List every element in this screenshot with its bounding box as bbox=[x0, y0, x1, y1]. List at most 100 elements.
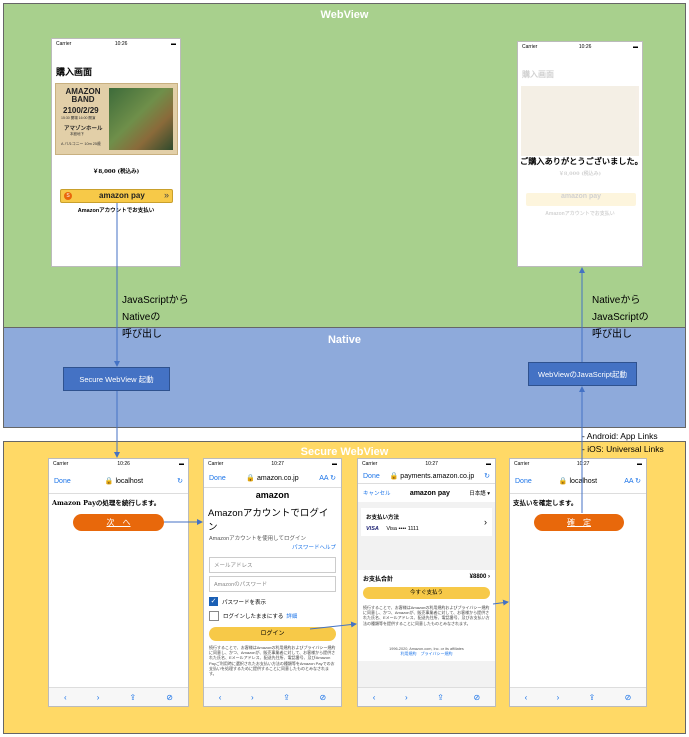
share-icon[interactable]: ⇪ bbox=[589, 693, 596, 702]
label-line: JavaScriptの bbox=[592, 312, 649, 323]
secure-screen-confirm: Carrier 10:27 ▬ Done 🔒 localhost AA ↻ 支払… bbox=[509, 458, 647, 707]
forward-icon[interactable]: › bbox=[251, 693, 254, 702]
back-icon[interactable]: ‹ bbox=[219, 693, 222, 702]
label-line: 呼び出し bbox=[122, 329, 162, 340]
label-line: - iOS: Universal Links bbox=[582, 444, 664, 454]
detail-link[interactable]: 詳細 bbox=[286, 612, 297, 620]
method-label: お支払い方法 bbox=[366, 515, 400, 521]
secure-webview-start-box: Secure WebView 起動 bbox=[63, 367, 170, 391]
payment-method-card[interactable]: お支払い方法 VISA Visa •••• 1111 › bbox=[361, 508, 492, 536]
language-select[interactable]: 日本語 ▾ bbox=[469, 489, 490, 497]
total-value-wrap: ¥8800 › bbox=[469, 574, 490, 580]
done-button[interactable]: Done bbox=[54, 478, 71, 485]
url-text: amazon.co.jp bbox=[257, 475, 299, 482]
payment-terms: 続行することで、お客様はAmazonの利用規約およびプライバシー規約に同意し、か… bbox=[363, 605, 490, 626]
lock-icon: 🔒 bbox=[389, 473, 399, 480]
webview-js-start-box: WebViewのJavaScript起動 bbox=[528, 362, 637, 386]
band-photo bbox=[109, 88, 173, 150]
poster-seat: A バルコニー 10m 25歳 bbox=[61, 142, 101, 146]
safari-bottom-bar: ‹ › ⇪ ⊘ bbox=[510, 687, 646, 706]
pay-now-button[interactable]: 今すぐ支払う bbox=[363, 587, 490, 599]
compass-icon[interactable]: ⊘ bbox=[625, 693, 632, 702]
secure-screen-continue: Carrier 10:26 ▬ Done 🔒 localhost ↻ Amazo… bbox=[48, 458, 189, 707]
status-bar: Carrier 10:26 ▬ bbox=[52, 39, 180, 49]
carrier-text: Carrier bbox=[208, 461, 224, 467]
reload-icon[interactable]: AA ↻ bbox=[624, 477, 641, 485]
email-field[interactable]: メールアドレス bbox=[209, 557, 336, 573]
url-text: localhost bbox=[569, 478, 598, 485]
amazon-pay-button[interactable]: S amazon pay » bbox=[60, 189, 173, 203]
poster-venue: アマゾンホール bbox=[64, 126, 103, 132]
time-text: 10:27 bbox=[425, 461, 438, 467]
payment-header: キャンセル amazon pay 日本語 ▾ bbox=[358, 484, 495, 502]
faded-poster bbox=[521, 86, 639, 156]
safari-toolbar: Done 🔒 payments.amazon.co.jp ↻ bbox=[358, 469, 495, 484]
url-bar: 🔒 amazon.co.jp bbox=[246, 474, 298, 482]
lock-icon: 🔒 bbox=[558, 478, 568, 485]
battery-icon: ▬ bbox=[485, 461, 491, 467]
done-button[interactable]: Done bbox=[363, 473, 380, 480]
confirm-button[interactable]: 確 定 bbox=[534, 514, 624, 531]
time-text: 10:26 bbox=[117, 461, 130, 467]
visa-icon: VISA bbox=[366, 526, 379, 532]
aa-text[interactable]: AA bbox=[319, 475, 328, 482]
purchase-screen: Carrier 10:26 ▬ 購入画面 AMAZON BAND 2100/2/… bbox=[51, 38, 181, 267]
login-button[interactable]: ログイン bbox=[209, 627, 336, 641]
safari-toolbar: Done 🔒 amazon.co.jp AA ↻ bbox=[204, 469, 341, 488]
total-row: お支払合計 ¥8800 › bbox=[363, 574, 490, 583]
done-button[interactable]: Done bbox=[515, 478, 532, 485]
checkbox-checked-icon[interactable]: ✓ bbox=[209, 597, 218, 606]
back-icon[interactable]: ‹ bbox=[373, 693, 376, 702]
secure-screen-login: Carrier 10:27 ▬ Done 🔒 amazon.co.jp AA ↻… bbox=[203, 458, 342, 707]
next-button[interactable]: 次 へ bbox=[73, 514, 164, 531]
chevron-right-icon: › bbox=[484, 517, 487, 527]
price-text: ￥8,000 (税込み) bbox=[92, 169, 140, 175]
secure-screen-payment: Carrier 10:27 ▬ Done 🔒 payments.amazon.c… bbox=[357, 458, 496, 707]
battery-icon: ▬ bbox=[331, 461, 337, 467]
pay-caption: Amazonアカウントでお支払い bbox=[77, 208, 155, 214]
password-help-link[interactable]: パスワードヘルプ bbox=[204, 543, 336, 551]
continue-text: Amazon Payの処理を続行します。 bbox=[52, 499, 161, 507]
compass-icon[interactable]: ⊘ bbox=[474, 693, 481, 702]
forward-icon[interactable]: › bbox=[405, 693, 408, 702]
back-icon[interactable]: ‹ bbox=[525, 693, 528, 702]
amazon-logo-icon: S bbox=[64, 192, 72, 200]
back-icon[interactable]: ‹ bbox=[64, 693, 67, 702]
compass-icon[interactable]: ⊘ bbox=[320, 693, 327, 702]
forward-icon[interactable]: › bbox=[557, 693, 560, 702]
url-text: payments.amazon.co.jp bbox=[400, 473, 475, 480]
total-section: お支払合計 ¥8800 › 今すぐ支払う 続行することで、お客様はAmazonの… bbox=[358, 570, 495, 661]
poster-band: AMAZON BAND bbox=[65, 87, 101, 104]
reload-icon[interactable]: ↻ bbox=[177, 477, 183, 485]
total-value: ¥8800 bbox=[469, 574, 487, 580]
done-button[interactable]: Done bbox=[209, 475, 226, 482]
keep-login-row[interactable]: ログインしたままにする 詳細 bbox=[209, 611, 336, 621]
login-title: Amazonアカウントでログイン bbox=[208, 508, 329, 533]
amazon-pay-logo: amazon pay bbox=[409, 489, 450, 497]
share-icon[interactable]: ⇪ bbox=[437, 693, 444, 702]
reload-icon[interactable]: ↻ bbox=[484, 472, 490, 480]
status-bar: Carrier 10:27 ▬ bbox=[358, 459, 495, 469]
aa-text[interactable]: AA bbox=[624, 478, 633, 485]
card-row: VISA Visa •••• 1111 bbox=[366, 526, 487, 532]
poster-time: 15:30 開場 16:00 開演 bbox=[61, 116, 96, 120]
checkbox-icon[interactable] bbox=[209, 611, 219, 621]
compass-icon[interactable]: ⊘ bbox=[166, 693, 173, 702]
show-password-row[interactable]: ✓ パスワードを表示 bbox=[209, 597, 336, 606]
amazon-logo: amazon bbox=[255, 490, 290, 500]
safari-toolbar: Done 🔒 localhost ↻ bbox=[49, 469, 188, 494]
share-icon[interactable]: ⇪ bbox=[130, 693, 137, 702]
links-label: - Android: App Links - iOS: Universal Li… bbox=[582, 430, 664, 456]
login-subtitle: Amazonアカウントを使用してログイン bbox=[209, 536, 307, 542]
password-field[interactable]: Amazonのパスワード bbox=[209, 576, 336, 592]
js-to-native-label: JavaScriptから Nativeの 呼び出し bbox=[122, 292, 189, 343]
webview-band-title: WebView bbox=[320, 9, 369, 21]
status-bar: Carrier 10:27 ▬ bbox=[204, 459, 341, 469]
label-line: Nativeの bbox=[122, 312, 161, 323]
carrier-text: Carrier bbox=[514, 461, 530, 467]
cancel-link[interactable]: キャンセル bbox=[363, 489, 391, 497]
share-icon[interactable]: ⇪ bbox=[283, 693, 290, 702]
forward-icon[interactable]: › bbox=[97, 693, 100, 702]
footer-links[interactable]: 利用規約 プライバシー規約 bbox=[363, 651, 490, 657]
reload-icon[interactable]: AA ↻ bbox=[319, 474, 336, 482]
